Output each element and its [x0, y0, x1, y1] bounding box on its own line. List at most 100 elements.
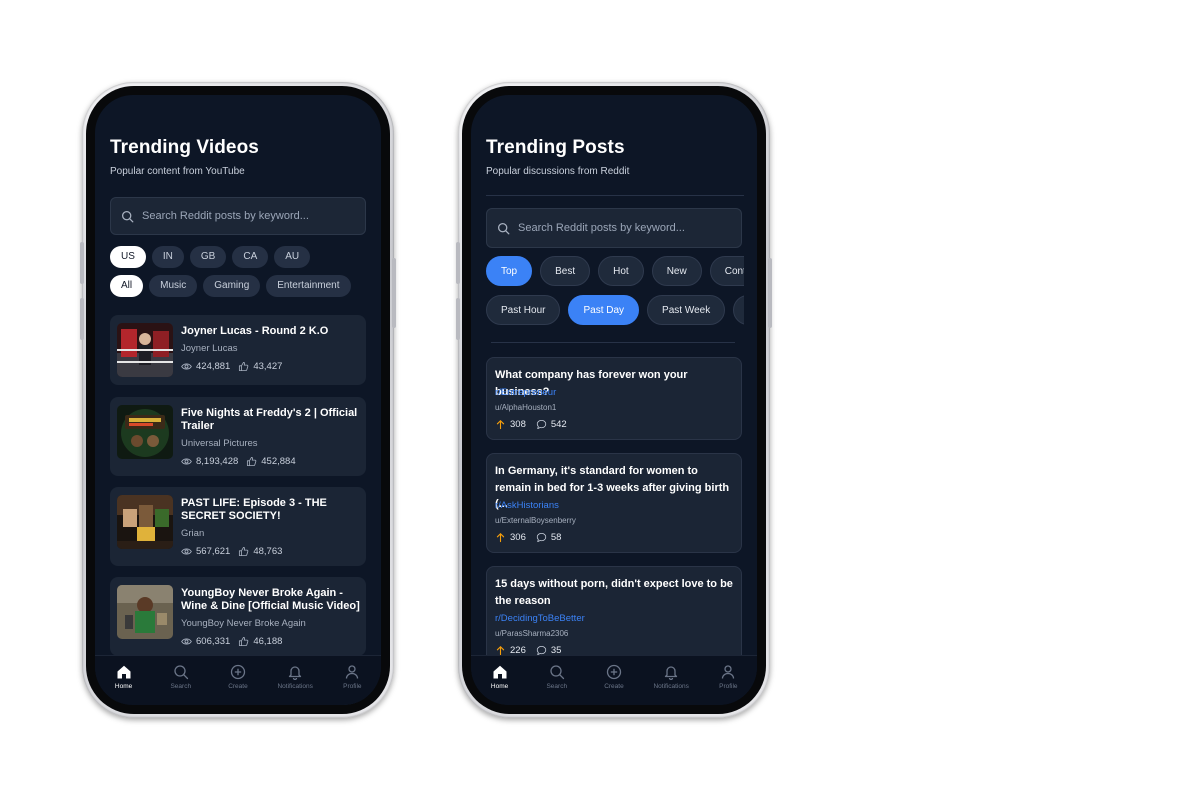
category-chip-entertainment[interactable]: Entertainment	[266, 275, 351, 297]
volume-down-button	[80, 298, 84, 340]
nav-home[interactable]: Home	[96, 664, 152, 690]
sort-chip-controversial[interactable]: Contro	[709, 256, 744, 286]
video-channel: Joyner Lucas	[181, 343, 238, 354]
home-icon	[493, 665, 507, 679]
time-chip-past-week[interactable]: Past Week	[647, 295, 726, 325]
like-count: 48,763	[253, 546, 283, 557]
post-subreddit[interactable]: r/AskHistorians	[495, 500, 559, 511]
nav-search[interactable]: Search	[153, 664, 209, 690]
upvote-count: 306	[510, 532, 526, 543]
post-card[interactable]: What company has forever won your busine…	[486, 357, 742, 440]
nav-profile[interactable]: Profile	[324, 664, 380, 690]
region-chip-ca[interactable]: CA	[232, 246, 269, 268]
video-card[interactable]: Joyner Lucas - Round 2 K.O Joyner Lucas …	[110, 315, 366, 385]
nav-notifications[interactable]: Notifications	[267, 664, 323, 690]
page-subtitle: Popular content from YouTube	[110, 166, 245, 177]
view-count: 567,621	[196, 546, 231, 557]
time-filter: Past Hour Past Day Past Week P	[486, 295, 744, 327]
nav-label: Home	[114, 683, 133, 690]
post-card[interactable]: 15 days without porn, didn't expect love…	[486, 566, 742, 666]
power-button	[392, 258, 396, 328]
view-count: 606,331	[196, 636, 231, 647]
nav-label: Create	[604, 683, 624, 690]
like-count: 452,884	[261, 456, 296, 467]
sort-chip-hot[interactable]: Hot	[598, 256, 644, 286]
phone-frame-videos: Trending Videos Popular content from You…	[80, 82, 396, 718]
time-chip-past-hour[interactable]: Past Hour	[486, 295, 561, 325]
comment-icon	[536, 532, 547, 543]
nav-label: Notifications	[653, 683, 689, 690]
region-chip-gb[interactable]: GB	[189, 246, 227, 268]
region-chip-us[interactable]: US	[110, 246, 146, 268]
eye-icon	[181, 548, 192, 555]
search-input[interactable]: Search Reddit posts by keyword...	[110, 197, 366, 235]
category-chip-music[interactable]: Music	[149, 275, 198, 297]
video-stats: 567,621 48,763	[181, 546, 282, 557]
post-subreddit[interactable]: r/DecidingToBeBetter	[495, 613, 585, 624]
sort-chip-best[interactable]: Best	[540, 256, 591, 286]
view-count: 8,193,428	[196, 456, 239, 467]
comment-count: 58	[550, 532, 562, 543]
post-author: u/ParasSharma2306	[495, 629, 569, 638]
page-title: Trending Posts	[486, 137, 625, 158]
nav-label: Profile	[343, 683, 362, 690]
like-count: 43,427	[253, 361, 283, 372]
nav-label: Search	[170, 683, 192, 690]
category-chip-all[interactable]: All	[110, 275, 144, 297]
video-thumbnail	[117, 323, 173, 377]
bell-icon	[289, 666, 302, 680]
volume-up-button	[80, 242, 84, 284]
nav-create[interactable]: Create	[210, 664, 266, 690]
time-chip-more[interactable]: P	[733, 295, 744, 325]
nav-label: Profile	[719, 683, 738, 690]
video-title: Five Nights at Freddy's 2 | Official Tra…	[181, 407, 358, 432]
search-icon	[121, 210, 134, 222]
video-stats: 8,193,428 452,884	[181, 456, 296, 467]
video-title: PAST LIFE: Episode 3 - THE SECRET SOCIET…	[181, 497, 327, 522]
nav-search[interactable]: Search	[529, 664, 585, 690]
comment-icon	[536, 419, 547, 430]
video-card[interactable]: YoungBoy Never Broke Again - Wine & Dine…	[110, 577, 366, 656]
video-card[interactable]: Five Nights at Freddy's 2 | Official Tra…	[110, 397, 366, 476]
video-title: YoungBoy Never Broke Again - Wine & Dine…	[181, 587, 360, 612]
post-card[interactable]: In Germany, it's standard for women to r…	[486, 453, 742, 553]
post-author: u/ExternalBoysenberry	[495, 516, 576, 525]
region-chip-au[interactable]: AU	[274, 246, 311, 268]
sort-chip-top[interactable]: Top	[486, 256, 533, 286]
category-filter: All Music Gaming Entertainment	[110, 275, 351, 297]
nav-notifications[interactable]: Notifications	[643, 664, 699, 690]
video-thumbnail	[117, 495, 173, 549]
video-card[interactable]: PAST LIFE: Episode 3 - THE SECRET SOCIET…	[110, 487, 366, 566]
video-stats: 606,331 46,188	[181, 636, 282, 647]
posts-screen: Trending Posts Popular discussions from …	[471, 95, 757, 705]
video-thumbnail	[117, 585, 173, 639]
home-icon	[117, 665, 131, 679]
power-button	[768, 258, 772, 328]
region-chip-in[interactable]: IN	[151, 246, 184, 268]
search-icon	[174, 665, 188, 680]
upvote-arrow-icon	[496, 533, 505, 543]
filter-divider	[491, 342, 735, 343]
sort-chip-new[interactable]: New	[651, 256, 702, 286]
nav-profile[interactable]: Profile	[700, 664, 756, 690]
video-channel: Universal Pictures	[181, 438, 258, 449]
search-input[interactable]: Search Reddit posts by keyword...	[486, 208, 742, 248]
nav-label: Create	[228, 683, 248, 690]
upvote-count: 308	[510, 419, 526, 430]
header-divider	[486, 195, 744, 196]
category-chip-gaming[interactable]: Gaming	[203, 275, 261, 297]
video-stats: 424,881 43,427	[181, 361, 282, 372]
post-subreddit[interactable]: r/Entrepreneur	[495, 387, 556, 398]
video-channel: Grian	[181, 528, 205, 539]
page-title: Trending Videos	[110, 137, 259, 158]
thumbs-up-icon	[247, 456, 257, 467]
post-stats: 308 542	[495, 419, 567, 430]
like-count: 46,188	[253, 636, 283, 647]
phone-frame-posts: Trending Posts Popular discussions from …	[456, 82, 772, 718]
bell-icon	[665, 666, 678, 680]
region-filter: US IN GB CA AU	[110, 246, 311, 268]
upvote-arrow-icon	[496, 420, 505, 430]
time-chip-past-day[interactable]: Past Day	[568, 295, 640, 325]
nav-home[interactable]: Home	[472, 664, 528, 690]
nav-create[interactable]: Create	[586, 664, 642, 690]
